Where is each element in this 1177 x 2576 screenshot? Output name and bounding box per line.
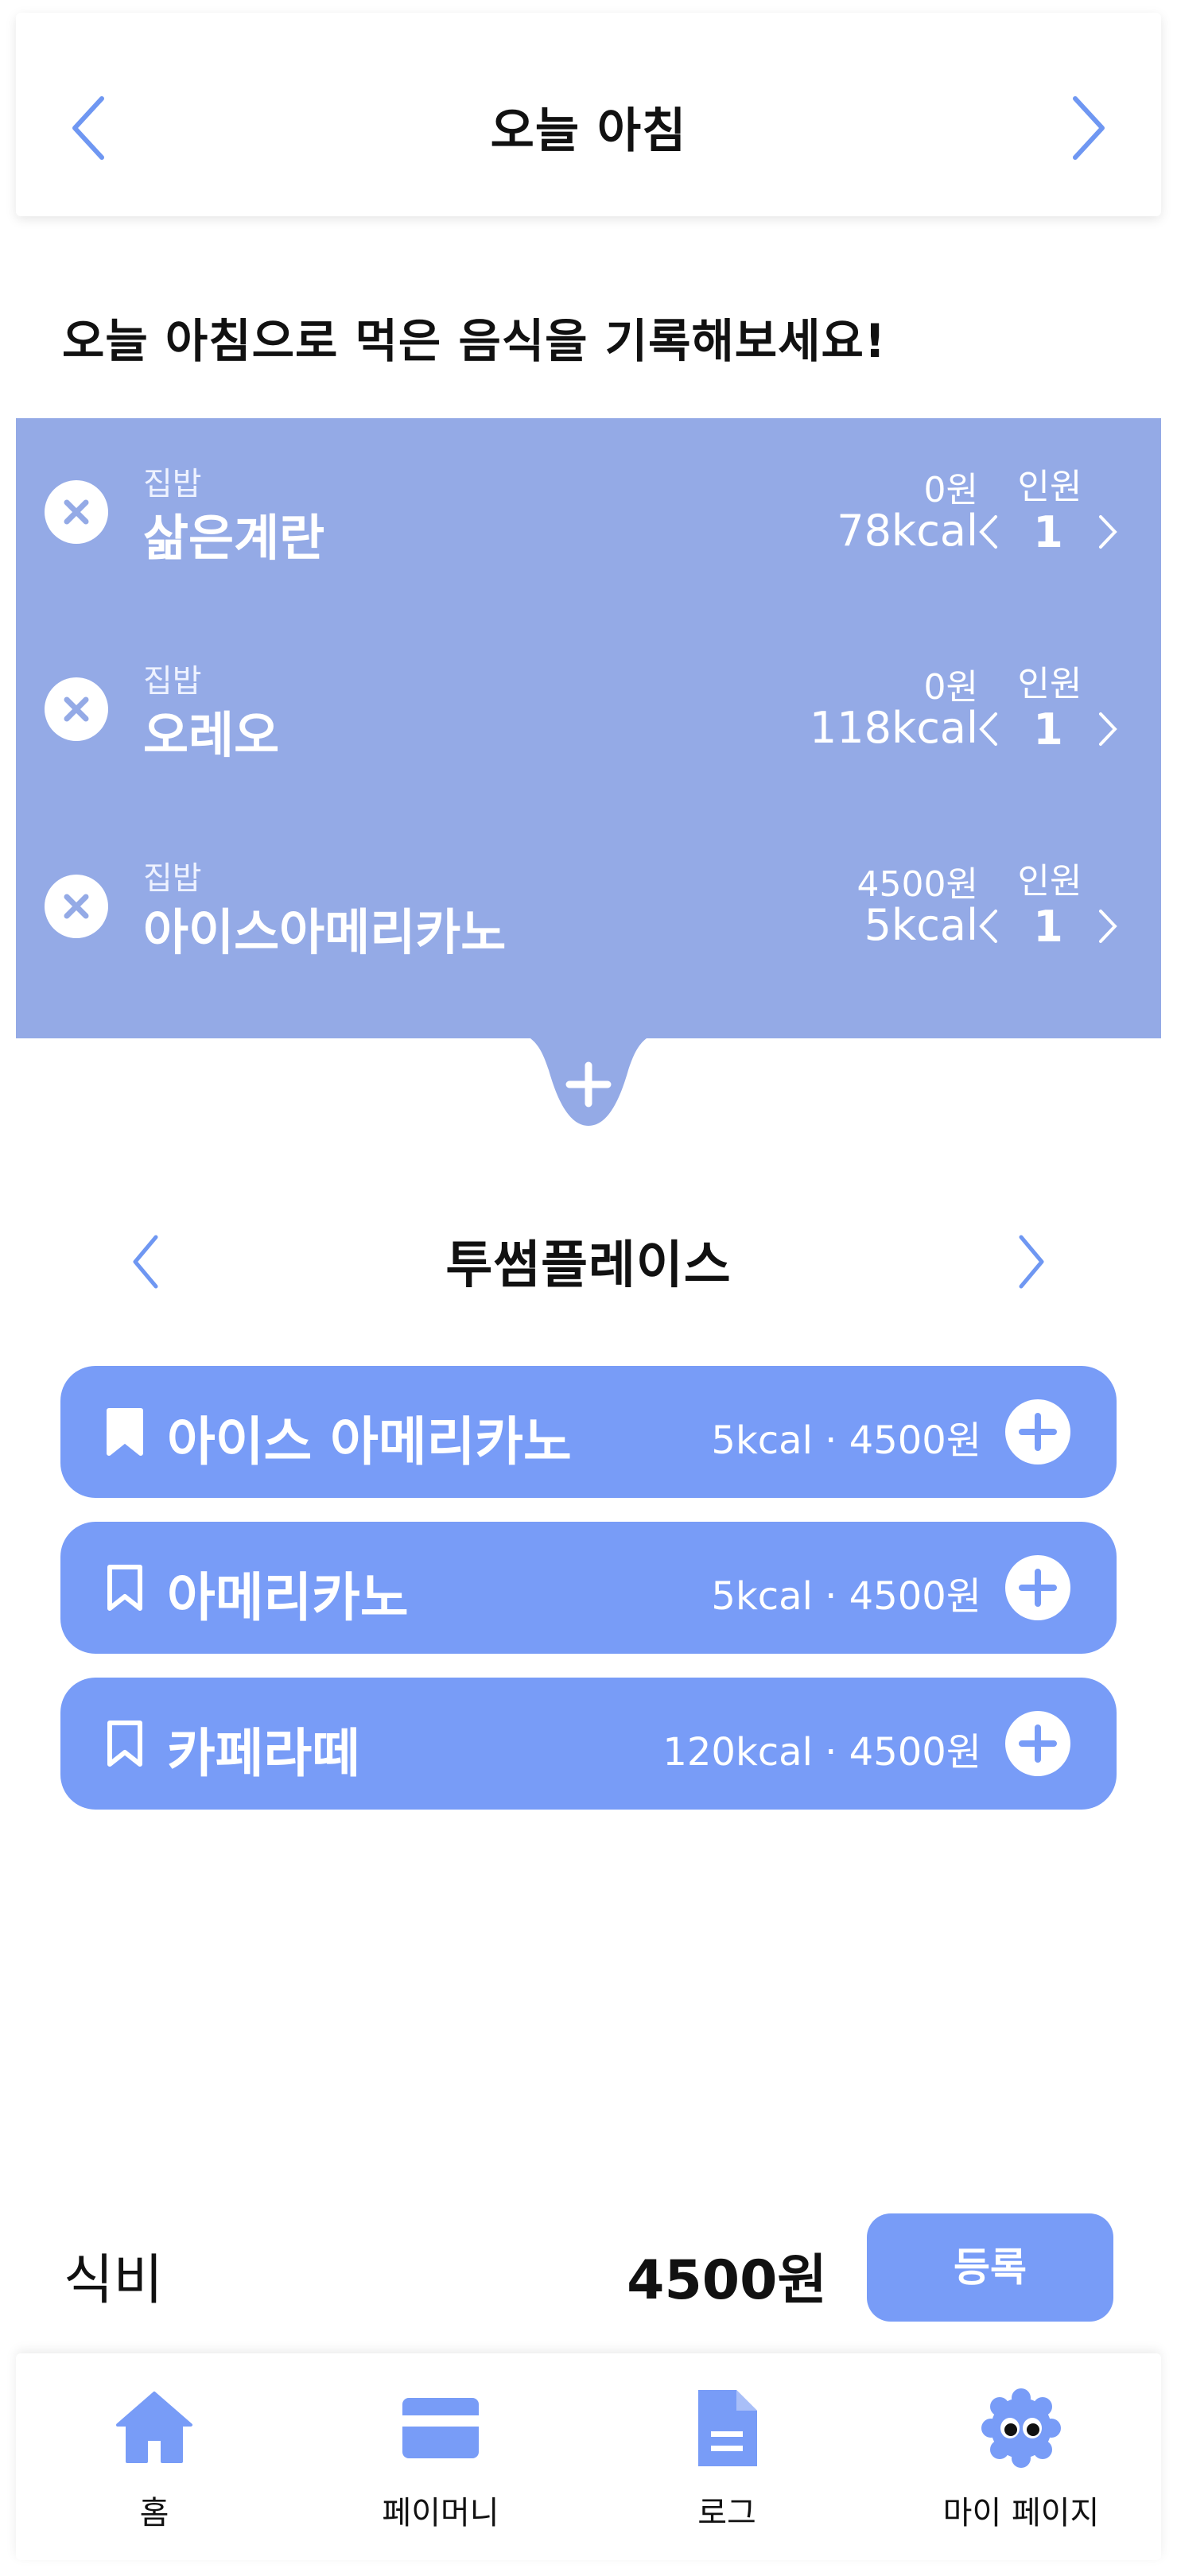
item-price: 0원: [923, 470, 978, 510]
add-food-button[interactable]: [501, 1030, 676, 1134]
menu-item-card[interactable]: 아메리카노 5kcal · 4500원: [60, 1522, 1117, 1654]
people-stepper: 1: [977, 704, 1120, 755]
remove-item-button[interactable]: [45, 480, 108, 544]
add-menu-button[interactable]: [1005, 1399, 1070, 1465]
people-count: 1: [1033, 704, 1063, 755]
people-label: 인원: [1017, 467, 1082, 507]
menu-info: 120kcal · 4500원: [662, 1730, 981, 1775]
chevron-left-icon: [979, 712, 997, 746]
chevron-left-icon: [979, 910, 997, 943]
bottom-tab-bar: 홈 페이머니 로그 마이 페이지: [16, 2353, 1161, 2560]
document-icon: [687, 2388, 767, 2468]
item-name: 삶은계란: [143, 509, 325, 567]
menu-info: 5kcal · 4500원: [711, 1574, 981, 1619]
menu-name: 카페라떼: [167, 1723, 360, 1784]
chevron-right-icon: [1019, 1235, 1044, 1289]
meal-record-list: 집밥 삶은계란 0원 78kcal 인원 1 집밥 오레오 0원 118kcal…: [16, 418, 1161, 1038]
header-bar: 오늘 아침: [16, 13, 1161, 216]
tab-label: 로그: [697, 2495, 756, 2531]
people-stepper: 1: [977, 507, 1120, 557]
item-name: 오레오: [143, 706, 280, 764]
increase-people-button[interactable]: [1096, 512, 1120, 552]
next-place-button[interactable]: [1013, 1232, 1050, 1291]
bookmark-outline-icon[interactable]: [105, 1563, 145, 1612]
increase-people-button[interactable]: [1096, 709, 1120, 749]
tab-my-page[interactable]: 마이 페이지: [918, 2388, 1125, 2539]
add-menu-button[interactable]: [1005, 1711, 1070, 1776]
close-icon: [64, 696, 89, 722]
close-icon: [64, 894, 89, 919]
record-prompt: 오늘 아침으로 먹은 음식을 기록해보세요!: [62, 314, 887, 368]
plus-icon: [1019, 1569, 1057, 1607]
tab-label: 페이머니: [382, 2495, 499, 2531]
item-name: 아이스아메리카노: [143, 903, 507, 961]
plus-icon: [1019, 1413, 1057, 1451]
item-kcal: 118kcal: [809, 703, 978, 753]
page-title: 오늘 아침: [490, 103, 687, 159]
tab-paymoney[interactable]: 페이머니: [337, 2388, 544, 2539]
menu-name: 아메리카노: [167, 1567, 409, 1628]
people-label: 인원: [1017, 861, 1082, 902]
menu-name: 아이스 아메리카노: [167, 1411, 572, 1472]
chevron-right-icon: [1099, 712, 1117, 746]
people-label: 인원: [1017, 664, 1082, 704]
bookmark-outline-icon[interactable]: [105, 1719, 145, 1768]
menu-info: 5kcal · 4500원: [711, 1418, 981, 1463]
item-kcal: 5kcal: [864, 900, 978, 950]
people-count: 1: [1033, 902, 1063, 952]
place-title: 투썸플레이스: [445, 1236, 732, 1295]
tab-label: 마이 페이지: [942, 2495, 1100, 2531]
meal-record-item: 집밥 오레오 0원 118kcal 인원 1: [16, 615, 1161, 813]
decrease-people-button[interactable]: [977, 512, 1000, 552]
meal-cost-label: 식비: [64, 2249, 164, 2312]
item-kcal: 78kcal: [837, 506, 978, 556]
tab-label: 홈: [139, 2495, 169, 2531]
meal-record-item: 집밥 아이스아메리카노 4500원 5kcal 인원 1: [16, 813, 1161, 1010]
people-count: 1: [1033, 507, 1063, 557]
remove-item-button[interactable]: [45, 677, 108, 741]
chevron-right-icon[interactable]: [1064, 92, 1112, 164]
meal-record-item: 집밥 삶은계란 0원 78kcal 인원 1: [16, 418, 1161, 615]
close-icon: [64, 499, 89, 525]
card-icon: [401, 2388, 480, 2468]
register-button[interactable]: 등록: [867, 2213, 1113, 2322]
remove-item-button[interactable]: [45, 875, 108, 938]
tab-log[interactable]: 로그: [623, 2388, 830, 2539]
bookmark-filled-icon[interactable]: [105, 1407, 145, 1457]
home-icon: [115, 2388, 194, 2468]
chevron-right-icon: [1099, 910, 1117, 943]
menu-item-card[interactable]: 아이스 아메리카노 5kcal · 4500원: [60, 1366, 1117, 1498]
decrease-people-button[interactable]: [977, 709, 1000, 749]
increase-people-button[interactable]: [1096, 906, 1120, 946]
meal-cost-value: 4500원: [627, 2249, 827, 2312]
item-price: 0원: [923, 667, 978, 708]
people-stepper: 1: [977, 902, 1120, 952]
chevron-left-icon: [979, 515, 997, 549]
menu-item-card[interactable]: 카페라떼 120kcal · 4500원: [60, 1678, 1117, 1810]
character-icon: [981, 2388, 1061, 2468]
plus-icon: [1019, 1724, 1057, 1763]
add-menu-button[interactable]: [1005, 1555, 1070, 1620]
decrease-people-button[interactable]: [977, 906, 1000, 946]
tab-home[interactable]: 홈: [51, 2388, 258, 2539]
chevron-right-icon: [1099, 515, 1117, 549]
item-price: 4500원: [857, 864, 978, 905]
